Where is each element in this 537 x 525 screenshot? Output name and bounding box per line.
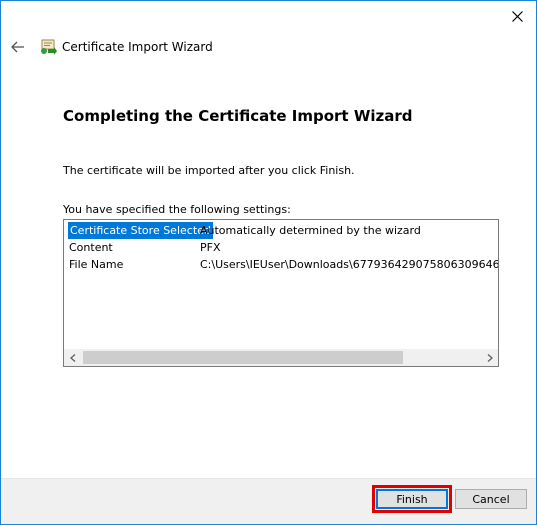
close-button[interactable] [504,5,530,27]
list-row-file-name[interactable]: File Name C:\Users\IEUser\Downloads\6779… [64,256,498,273]
list-item-value: PFX [200,241,221,254]
page-heading: Completing the Certificate Import Wizard [63,107,413,125]
horizontal-scrollbar[interactable] [64,349,498,366]
close-icon [511,10,523,22]
list-item-name: Certificate Store Selected [68,222,213,239]
certificate-import-wizard-window: Certificate Import Wizard Completing the… [0,0,537,525]
list-row-certificate-store[interactable]: Certificate Store Selected Automatically… [64,222,498,239]
certificate-wizard-icon [41,39,57,55]
list-item-name: File Name [69,258,124,271]
scroll-right-button[interactable] [481,349,498,366]
settings-list[interactable]: Certificate Store Selected Automatically… [63,219,499,367]
window-title: Certificate Import Wizard [62,40,213,54]
cancel-button[interactable]: Cancel [455,489,527,509]
button-bar: Finish Cancel [1,478,536,524]
list-item-name: Content [69,241,113,254]
scroll-left-button[interactable] [64,349,81,366]
scrollbar-thumb[interactable] [83,351,403,364]
back-arrow-icon [11,41,24,53]
list-row-content[interactable]: Content PFX [64,239,498,256]
chevron-left-icon [69,353,75,362]
wizard-header: Certificate Import Wizard [9,35,536,59]
list-item-value: C:\Users\IEUser\Downloads\67793642907580… [200,258,499,271]
back-button[interactable] [9,38,27,56]
description-text: The certificate will be imported after y… [63,164,355,177]
finish-button[interactable]: Finish [372,485,452,513]
settings-label: You have specified the following setting… [63,203,291,216]
list-item-value: Automatically determined by the wizard [200,224,421,237]
chevron-right-icon [487,353,493,362]
